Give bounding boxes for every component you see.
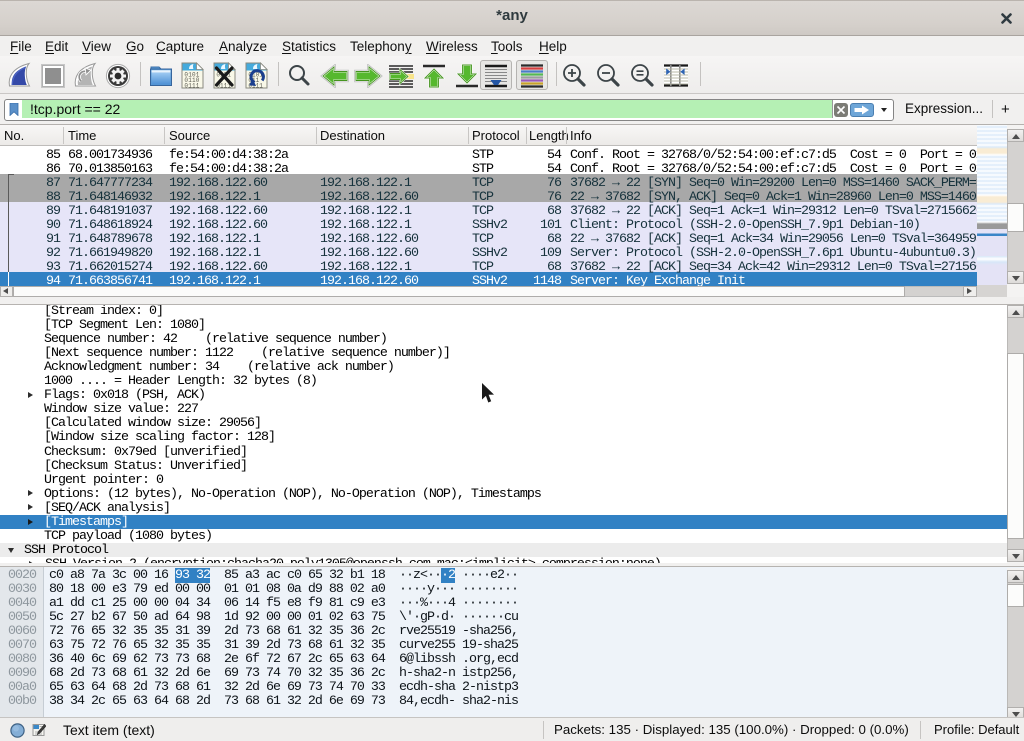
svg-text:0111: 0111 bbox=[184, 83, 199, 90]
